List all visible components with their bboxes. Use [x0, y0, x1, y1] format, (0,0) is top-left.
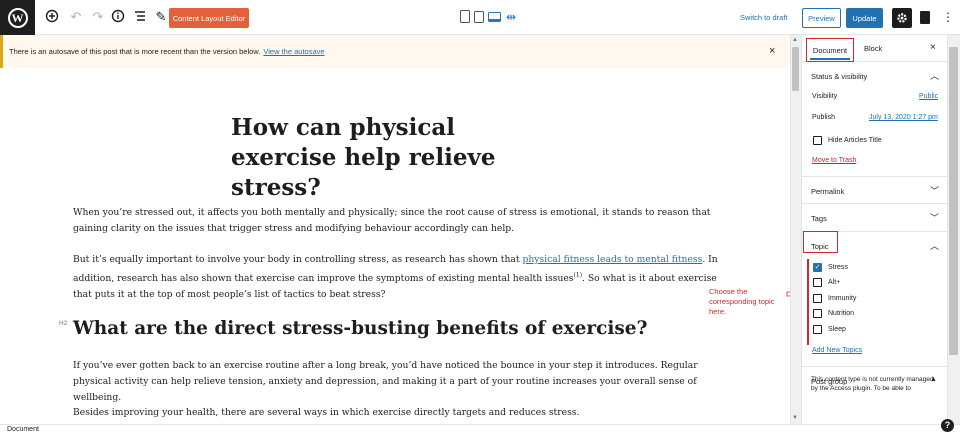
update-button[interactable]: Update	[846, 8, 883, 28]
topic-alt-label: Alt+	[828, 279, 841, 286]
tags-panel-header[interactable]: Tags ﹀	[802, 204, 947, 232]
topic-alt-checkbox[interactable]	[813, 278, 822, 287]
paragraph-2[interactable]: But it’s equally important to involve yo…	[73, 252, 718, 304]
notice-close-icon[interactable]: ×	[769, 45, 775, 57]
paragraph-3[interactable]: If you’ve ever gotten back to an exercis…	[73, 358, 718, 407]
book-icon[interactable]	[920, 11, 930, 24]
editor-scrollbar[interactable]	[790, 35, 801, 424]
content-layout-editor-button[interactable]: Content Layout Editor	[169, 8, 249, 28]
publish-label: Publish	[812, 114, 835, 121]
more-options-icon[interactable]: ⋮	[942, 9, 954, 25]
tablet-preview-icon[interactable]	[474, 10, 484, 23]
switch-to-draft-link[interactable]: Switch to draft	[740, 13, 788, 22]
topic-immunity-label: Immunity	[828, 295, 857, 302]
help-icon[interactable]: ?	[941, 419, 954, 432]
editor-scrollbar-thumb[interactable]	[792, 47, 799, 91]
autosave-notice: There is an autosave of this post that i…	[0, 35, 790, 68]
visibility-value-link[interactable]: Public	[919, 93, 938, 100]
permalink-title: Permalink	[811, 187, 845, 196]
add-new-topics-link[interactable]: Add New Topics	[812, 347, 862, 354]
hide-title-label: Hide Articles Title	[828, 137, 882, 144]
wordpress-logo-button[interactable]: W	[0, 0, 35, 35]
paragraph-2-text-a: But it’s equally important to involve yo…	[73, 254, 523, 265]
topic-nutrition-checkbox[interactable]	[813, 309, 822, 318]
physical-fitness-link[interactable]: physical fitness leads to mental fitness	[522, 254, 702, 265]
topic-highlight-box	[803, 231, 838, 253]
tab-block[interactable]: Block	[864, 44, 882, 53]
topic-sleep-checkbox[interactable]	[813, 325, 822, 334]
chevron-up-icon: ︿	[930, 241, 940, 251]
close-sidebar-icon[interactable]: ×	[930, 42, 936, 53]
desktop-preview-icon[interactable]	[488, 11, 501, 22]
settings-gear-button[interactable]	[892, 8, 912, 28]
sidebar-tabs: Document Block ×	[802, 35, 947, 62]
scroll-up-icon[interactable]: ▲	[792, 37, 798, 43]
block-breadcrumb-bar: Document	[0, 424, 960, 436]
block-type-label: H2	[59, 320, 68, 327]
heading-2[interactable]: What are the direct stress-busting benef…	[73, 316, 647, 342]
settings-sidebar: Document Block × Status & visibility ︿ V…	[801, 35, 947, 424]
split-view-icon[interactable]: ⇹	[505, 11, 517, 23]
visibility-label: Visibility	[812, 93, 838, 100]
topic-stress-label: Stress	[828, 264, 848, 271]
status-visibility-title: Status & visibility	[811, 72, 868, 81]
sidebar-scrollbar-thumb[interactable]	[949, 47, 958, 355]
preview-button[interactable]: Preview	[802, 8, 841, 28]
info-icon[interactable]	[111, 9, 127, 25]
edit-pencil-icon[interactable]: ✎	[153, 9, 169, 25]
autosave-notice-text: There is an autosave of this post that i…	[9, 47, 261, 56]
gear-icon	[897, 13, 907, 23]
post-title[interactable]: How can physical exercise help relieve s…	[231, 113, 561, 203]
tab-document[interactable]: Document	[806, 38, 854, 62]
redo-icon[interactable]: ↷	[90, 9, 106, 25]
hide-title-checkbox[interactable]	[813, 136, 822, 145]
chevron-down-icon: ﹀	[930, 213, 940, 223]
view-autosave-link[interactable]: View the autosave	[263, 47, 324, 56]
tags-title: Tags	[811, 214, 827, 223]
add-block-icon[interactable]	[45, 9, 61, 25]
chevron-up-icon: ︿	[930, 71, 940, 81]
post-group-description: This content type is not currently manag…	[811, 376, 934, 392]
topic-stress-checkbox[interactable]: ✓	[813, 263, 822, 272]
mobile-preview-icon[interactable]	[460, 10, 470, 23]
permalink-panel-header[interactable]: Permalink ﹀	[802, 176, 947, 204]
status-visibility-panel-header[interactable]: Status & visibility ︿	[802, 62, 947, 90]
topic-nutrition-label: Nutrition	[828, 310, 855, 317]
wordpress-logo-icon: W	[7, 7, 28, 28]
paragraph-1[interactable]: When you’re stressed out, it affects you…	[73, 205, 718, 237]
publish-date-link[interactable]: July 13, 2020 1:27 pm	[869, 114, 938, 121]
chevron-down-icon: ﹀	[930, 186, 940, 196]
move-to-trash-link[interactable]: Move to Trash	[812, 157, 856, 164]
topic-immunity-checkbox[interactable]	[813, 294, 822, 303]
breadcrumb-document[interactable]: Document	[7, 426, 39, 433]
block-navigation-icon[interactable]	[133, 9, 149, 25]
undo-icon[interactable]: ↶	[68, 9, 84, 25]
footnote-ref[interactable]: (1)	[574, 272, 583, 279]
editor-toolbar: W ↶ ↷ ✎ Content Layout Editor ⇹ Switch t…	[0, 0, 960, 35]
topic-highlight-line	[807, 259, 809, 345]
device-preview-group: ⇹	[460, 10, 517, 23]
annotation-text: Choose the corresponding topic here.	[709, 287, 775, 316]
scroll-down-icon[interactable]: ▼	[792, 415, 798, 421]
topic-sleep-label: Sleep	[828, 326, 846, 333]
paragraph-4[interactable]: Besides improving your health, there are…	[73, 405, 718, 421]
